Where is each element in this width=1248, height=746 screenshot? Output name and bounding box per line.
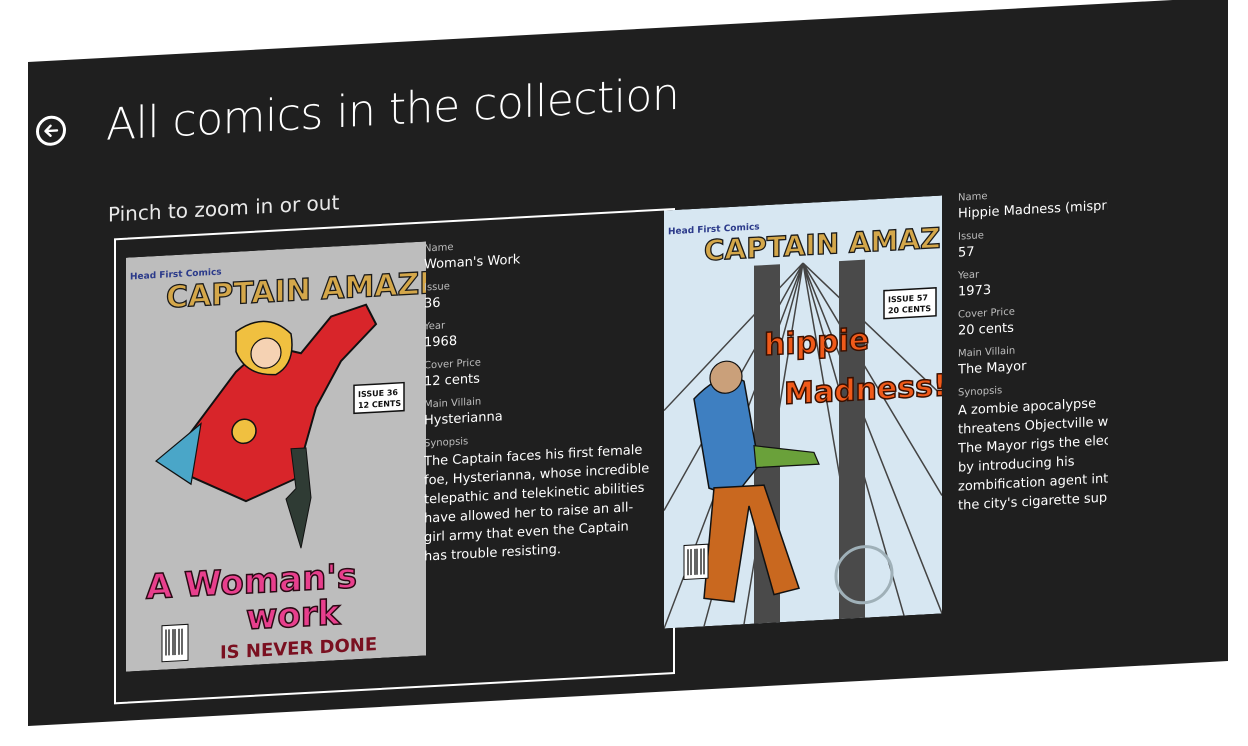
comic-details: Name Hippie Madness (misprinted) Issue 5…: [958, 185, 1108, 516]
comic-cover-art: Head First Comics CAPTAIN AMAZING ISSUE …: [126, 241, 426, 672]
arrow-left-icon: [44, 124, 59, 137]
cover-headline-mid: work: [246, 593, 341, 638]
comic-cover-image: Head First Comics CAPTAIN AMAZING ISSUE …: [664, 195, 942, 629]
page-title: All comics in the collection: [106, 68, 680, 151]
comic-item-womans-work[interactable]: Head First Comics CAPTAIN AMAZING ISSUE …: [114, 207, 675, 705]
app-page: All comics in the collection Pinch to zo…: [0, 0, 1248, 746]
comic-cover-art: Head First Comics CAPTAIN AMAZING ISSUE …: [664, 195, 942, 629]
barcode-icon: [683, 543, 709, 580]
comic-item-hippie-madness[interactable]: Head First Comics CAPTAIN AMAZING ISSUE …: [664, 181, 1204, 650]
app-screen: All comics in the collection Pinch to zo…: [28, 0, 1228, 727]
cover-issue-badge: ISSUE 36 12 CENTS: [353, 381, 405, 415]
cover-headline-top: hippie: [764, 322, 869, 363]
back-button[interactable]: [36, 114, 66, 147]
comic-details: Name Woman's Work Issue 36 Year 1968 Cov…: [424, 231, 652, 566]
barcode-icon: [161, 623, 189, 663]
cover-issue-badge: ISSUE 57 20 CENTS: [883, 287, 937, 320]
field-value-synopsis: The Captain faces his first female foe, …: [424, 442, 650, 565]
comic-cover-image: Head First Comics CAPTAIN AMAZING ISSUE …: [126, 241, 426, 672]
field-value-synopsis: A zombie apocalypse threatens Objectvill…: [958, 396, 1108, 514]
zoom-hint: Pinch to zoom in or out: [108, 190, 340, 227]
